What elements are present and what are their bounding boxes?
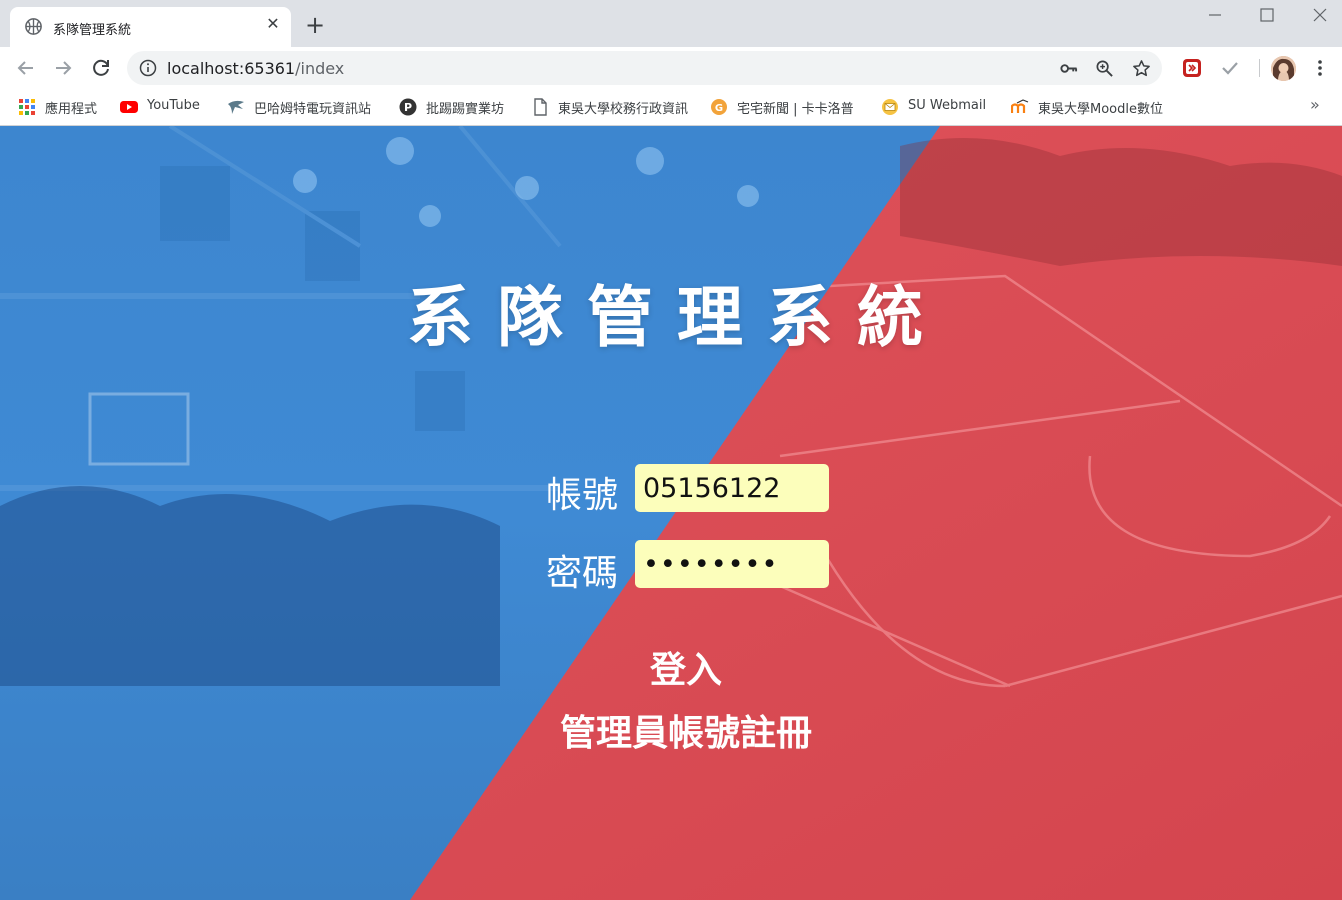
bookmark-scu-admin[interactable]: 東吳大學校務行政資訊 — [531, 97, 691, 117]
login-button[interactable]: 登入 — [0, 641, 1342, 693]
bookmark-gamme[interactable]: G 宅宅新聞 | 卡卡洛普 — [710, 97, 870, 117]
bahamut-icon — [228, 100, 244, 114]
app-title: 系隊管理系統 — [407, 279, 947, 356]
tab-close-icon[interactable]: ✕ — [263, 14, 283, 34]
basketball-icon — [25, 18, 42, 35]
info-icon[interactable] — [139, 59, 157, 77]
password-label: 密碼 — [546, 553, 619, 594]
more-bookmarks-icon[interactable]: » — [1310, 95, 1320, 114]
bookmark-label: SU Webmail — [908, 98, 987, 113]
tab-title: 系隊管理系統 — [53, 23, 132, 38]
moodle-icon — [1011, 99, 1029, 113]
minimize-icon[interactable] — [1200, 4, 1230, 26]
svg-text:G: G — [715, 103, 723, 114]
bookmark-label: 東吳大學Moodle數位 — [1038, 102, 1163, 117]
window-close-icon[interactable] — [1305, 4, 1335, 26]
zoom-icon[interactable] — [1095, 59, 1114, 78]
bookmark-label: 宅宅新聞 | 卡卡洛普 — [737, 102, 854, 117]
url-text[interactable]: localhost:65361/index — [167, 59, 344, 78]
check-extension-icon[interactable] — [1219, 57, 1241, 79]
bookmark-label: 批踢踢實業坊 — [426, 102, 505, 117]
bookmark-label: YouTube — [147, 98, 200, 113]
reload-icon[interactable] — [89, 56, 113, 80]
admin-register-link[interactable]: 管理員帳號註冊 — [0, 704, 1342, 756]
ptt-icon: P — [399, 98, 417, 116]
bookmark-label: 東吳大學校務行政資訊 — [558, 102, 689, 117]
bookmark-label: 應用程式 — [45, 102, 98, 117]
extension-red-icon[interactable] — [1181, 57, 1203, 79]
profile-avatar[interactable] — [1271, 56, 1296, 81]
bookmark-bahamut[interactable]: 巴哈姆特電玩資訊站 — [227, 97, 387, 117]
browser-toolbar: localhost:65361/index — [0, 47, 1342, 89]
apps-grid-icon — [19, 99, 35, 115]
gamme-icon: G — [711, 99, 727, 115]
new-tab-icon[interactable]: + — [303, 13, 327, 38]
background-photo — [0, 126, 1342, 900]
bookmark-label: 巴哈姆特電玩資訊站 — [254, 102, 372, 117]
toolbar-divider — [1259, 59, 1260, 77]
url-host: localhost:65361 — [167, 59, 296, 78]
account-label: 帳號 — [546, 475, 619, 516]
bookmark-webmail[interactable]: SU Webmail — [881, 97, 996, 117]
bookmarks-bar: 應用程式 YouTube 巴哈姆特電玩資訊站 P 批踢踢實業坊 東吳大學校務行政… — [0, 89, 1342, 126]
url-path: /index — [295, 59, 345, 78]
kebab-menu-icon[interactable] — [1310, 57, 1330, 79]
maximize-icon[interactable] — [1252, 4, 1282, 26]
bookmark-youtube[interactable]: YouTube — [120, 97, 215, 117]
bookmark-moodle[interactable]: 東吳大學Moodle數位 — [1011, 97, 1171, 117]
bookmark-star-icon[interactable] — [1132, 59, 1151, 78]
login-page: 系隊管理系統 帳號 密碼 登入 管理員帳號註冊 — [0, 126, 1342, 900]
password-input[interactable] — [635, 540, 829, 588]
tab-strip: 系隊管理系統 ✕ + — [0, 0, 1342, 47]
svg-text:P: P — [404, 101, 412, 114]
forward-arrow-icon[interactable] — [51, 56, 75, 80]
back-arrow-icon[interactable] — [14, 56, 38, 80]
webmail-icon — [882, 99, 898, 115]
youtube-icon — [120, 101, 138, 113]
bookmark-ptt[interactable]: P 批踢踢實業坊 — [399, 97, 519, 117]
key-icon[interactable] — [1059, 59, 1078, 78]
document-icon — [534, 98, 547, 116]
bookmark-apps[interactable]: 應用程式 — [18, 97, 108, 117]
browser-tab[interactable]: 系隊管理系統 ✕ — [10, 7, 291, 47]
address-bar[interactable]: localhost:65361/index — [127, 51, 1162, 85]
account-input[interactable] — [635, 464, 829, 512]
